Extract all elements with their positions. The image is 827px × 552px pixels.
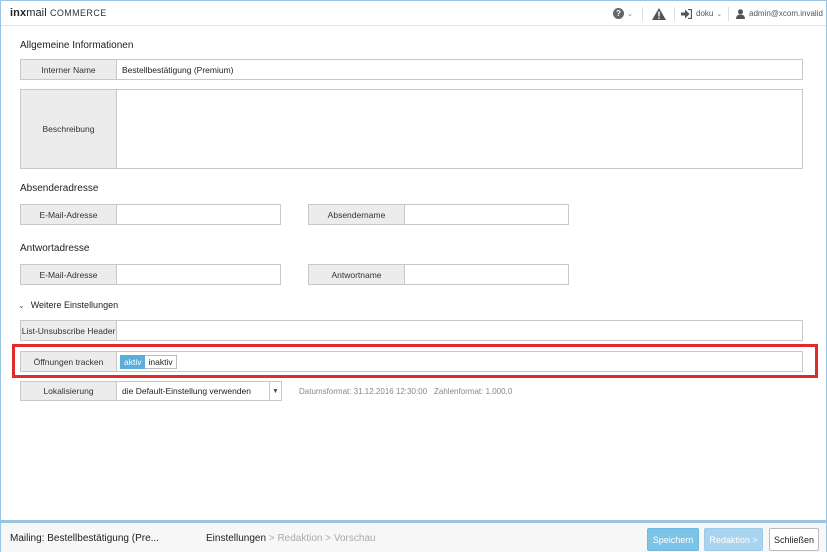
description-textarea[interactable] — [116, 89, 803, 169]
close-button[interactable]: Schließen — [769, 528, 819, 551]
internal-name-label: Interner Name — [20, 59, 116, 80]
section-title-reply: Antwortadresse — [20, 243, 90, 254]
reply-name-row: Antwortname — [308, 264, 569, 285]
user-menu[interactable]: admin@xcom.invalid ⌄ — [736, 1, 827, 26]
help-menu[interactable]: ? ⌄ — [613, 1, 633, 26]
section-title-sender: Absenderadresse — [20, 183, 99, 194]
login-label: doku — [696, 9, 714, 18]
chevron-down-icon: ⌄ — [18, 300, 25, 310]
sender-email-input[interactable] — [116, 204, 281, 225]
locale-select[interactable]: die Default-Einstellung verwenden ▼ — [116, 381, 282, 401]
reply-name-input[interactable] — [404, 264, 569, 285]
app-window: inxmail COMMERCE ? ⌄ doku ⌄ admin@xcom.i… — [0, 0, 827, 552]
reply-name-label: Antwortname — [308, 264, 404, 285]
warning-button[interactable] — [652, 1, 666, 26]
app-logo: inxmail COMMERCE — [10, 7, 107, 19]
user-icon — [736, 8, 745, 19]
sender-name-input[interactable] — [404, 204, 569, 225]
top-bar: inxmail COMMERCE ? ⌄ doku ⌄ admin@xcom.i… — [1, 1, 827, 26]
date-format-hint: Datumsformat: 31.12.2016 12:30:00 — [299, 387, 428, 396]
more-settings-toggle[interactable]: ⌄ Weitere Einstellungen — [18, 300, 118, 310]
reply-email-row: E-Mail-Adresse — [20, 264, 281, 285]
more-settings-label: Weitere Einstellungen — [30, 300, 119, 310]
internal-name-input[interactable]: Bestellbestätigung (Premium) — [116, 59, 803, 80]
chevron-down-icon: ▼ — [269, 382, 281, 400]
locale-row: Lokalisierung — [20, 381, 116, 401]
highlight-frame — [12, 344, 818, 378]
login-menu[interactable]: doku ⌄ — [681, 1, 722, 26]
sender-name-row: Absendername — [308, 204, 569, 225]
unsubscribe-input[interactable] — [116, 320, 803, 341]
footer-bar: Mailing: Bestellbestätigung (Pre... Eins… — [1, 520, 826, 552]
mailing-name: Mailing: Bestellbestätigung (Pre... — [10, 533, 159, 544]
description-label: Beschreibung — [20, 89, 116, 169]
sender-email-row: E-Mail-Adresse — [20, 204, 281, 225]
help-icon: ? — [613, 8, 624, 19]
step-rest: > Redaktion > Vorschau — [266, 533, 376, 544]
description-row: Beschreibung — [20, 89, 803, 169]
user-label: admin@xcom.invalid — [749, 9, 823, 18]
unsubscribe-label: List-Unsubscribe Header — [20, 320, 116, 341]
sender-email-label: E-Mail-Adresse — [20, 204, 116, 225]
save-button[interactable]: Speichern — [647, 528, 699, 551]
breadcrumb: Einstellungen > Redaktion > Vorschau — [206, 533, 376, 544]
number-format-hint: Zahlenformat: 1.000,0 — [434, 387, 513, 396]
reply-email-label: E-Mail-Adresse — [20, 264, 116, 285]
warning-icon — [652, 7, 666, 20]
section-title-general: Allgemeine Informationen — [20, 40, 134, 51]
chevron-down-icon: ⌄ — [627, 10, 633, 18]
locale-value: die Default-Einstellung verwenden — [122, 386, 251, 396]
internal-name-row: Interner Name Bestellbestätigung (Premiu… — [20, 59, 803, 80]
chevron-down-icon: ⌄ — [716, 10, 723, 18]
step-current: Einstellungen — [206, 533, 267, 544]
reply-email-input[interactable] — [116, 264, 281, 285]
locale-label: Lokalisierung — [20, 381, 116, 401]
unsubscribe-row: List-Unsubscribe Header — [20, 320, 803, 341]
next-step-button[interactable]: Redaktion > — [704, 528, 763, 551]
sign-in-icon — [681, 8, 692, 19]
sender-name-label: Absendername — [308, 204, 404, 225]
